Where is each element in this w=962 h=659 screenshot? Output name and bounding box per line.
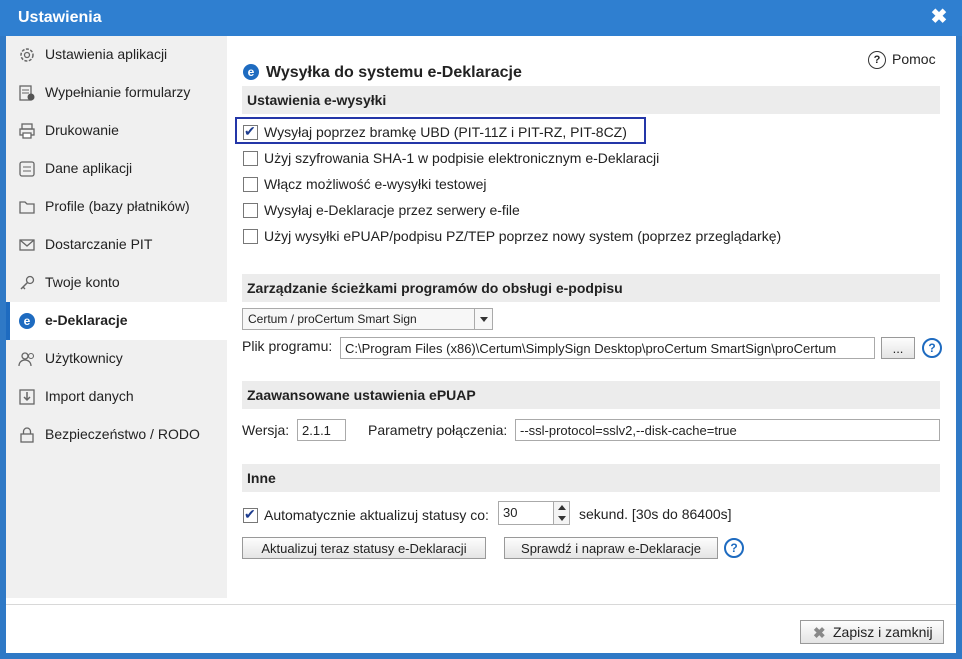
save-and-close-label: Zapisz i zamknij [833,624,933,640]
section-header-paths: Zarządzanie ścieżkami programów do obsłu… [242,274,940,302]
envelope-icon [19,239,35,251]
section-title: Ustawienia e-wysyłki [247,92,387,108]
section-title: Zarządzanie ścieżkami programów do obsłu… [247,280,623,296]
check-repair-button[interactable]: Sprawdź i napraw e-Deklaracje [504,537,718,559]
main-panel: e Wysyłka do systemu e-Deklaracje ? Pomoc… [235,36,942,598]
section-header-other: Inne [242,464,940,492]
settings-window: Ustawienia ✖ Ustawienia aplikacji Wypełn… [0,0,962,659]
sidebar-item-label: Import danych [45,388,134,404]
help-icon[interactable]: ? [724,538,744,558]
stepper-down-icon[interactable] [558,516,566,521]
signer-select-value: Certum / proCertum Smart Sign [248,312,417,326]
params-input[interactable]: --ssl-protocol=sslv2,--disk-cache=true [515,419,940,441]
active-indicator [6,302,10,340]
version-label: Wersja: [242,422,290,438]
footer: ✖ Zapisz i zamknij [6,605,956,653]
key-icon [20,275,35,290]
sidebar-item-security[interactable]: Bezpieczeństwo / RODO [6,416,227,454]
sidebar-item-printing[interactable]: Drukowanie [6,112,227,150]
version-value: 2.1.1 [302,423,331,438]
sidebar-item-e-declarations[interactable]: e e-Deklaracje [6,302,227,340]
checkbox-sha1[interactable] [243,151,258,166]
params-value: --ssl-protocol=sslv2,--disk-cache=true [520,423,737,438]
close-icon[interactable]: ✖ [930,7,948,27]
checkbox-label: Wysyłaj poprzez bramkę UBD (PIT-11Z i PI… [264,124,627,140]
dialog-body: Ustawienia aplikacji Wypełnianie formula… [6,36,956,653]
program-file-input[interactable]: C:\Program Files (x86)\Certum\SimplySign… [340,337,875,359]
signer-select[interactable]: Certum / proCertum Smart Sign [242,308,493,330]
gear-icon [20,48,34,62]
help-icon: ? [868,51,886,70]
help-icon[interactable]: ? [922,338,942,358]
sidebar-item-app-data[interactable]: Dane aplikacji [6,150,227,188]
program-file-label: Plik programu: [242,338,333,354]
title-bar: Ustawienia ✖ [0,0,962,36]
svg-text:e: e [24,314,31,328]
window-title: Ustawienia [18,9,102,26]
checkbox-label: Wysyłaj e-Deklaracje przez serwery e-fil… [264,202,520,218]
checkbox-label: Użyj szyfrowania SHA-1 w podpisie elektr… [264,150,660,166]
sidebar-item-label: Użytkownicy [45,350,123,366]
sidebar-item-profiles[interactable]: Profile (bazy płatników) [6,188,227,226]
checkbox-test-sending[interactable] [243,177,258,192]
sidebar-item-label: Profile (bazy płatników) [45,198,190,214]
sidebar-item-data-import[interactable]: Import danych [6,378,227,416]
lock-icon [20,427,34,443]
interval-unit-label: sekund. [30s do 86400s] [579,506,732,522]
section-title: Inne [247,470,276,486]
sidebar-item-form-filling[interactable]: Wypełnianie formularzy [6,74,227,112]
sidebar: Ustawienia aplikacji Wypełnianie formula… [6,36,227,598]
sidebar-item-label: Wypełnianie formularzy [45,84,191,100]
svg-text:e: e [248,65,255,79]
printer-icon [19,123,35,139]
stepper-up-icon[interactable] [558,505,566,510]
sidebar-item-app-settings[interactable]: Ustawienia aplikacji [6,36,227,74]
folder-icon [19,201,35,214]
interval-input[interactable]: 30 [498,501,554,525]
users-icon [18,352,35,367]
close-icon: ✖ [813,625,826,642]
sidebar-item-label: Twoje konto [45,274,120,290]
section-title: Zaawansowane ustawienia ePUAP [247,387,476,403]
interval-value: 30 [503,505,518,520]
data-icon [19,161,35,177]
checkbox-efile[interactable] [243,203,258,218]
sidebar-item-pit-delivery[interactable]: Dostarczanie PIT [6,226,227,264]
sidebar-item-users[interactable]: Użytkownicy [6,340,227,378]
checkbox-label: Automatycznie aktualizuj statusy co: [264,507,489,523]
checkbox-epuap-new[interactable] [243,229,258,244]
browse-button[interactable]: ... [881,337,915,359]
refresh-statuses-label: Aktualizuj teraz statusy e-Deklaracji [261,541,467,556]
e-declaration-icon: e [243,64,259,80]
form-fill-icon [19,85,35,101]
sidebar-item-label: Ustawienia aplikacji [45,46,168,62]
save-and-close-button[interactable]: ✖ Zapisz i zamknij [800,620,944,644]
section-header-sending: Ustawienia e-wysyłki [242,86,940,114]
checkbox-label: Włącz możliwość e-wysyłki testowej [264,176,487,192]
checkbox-label: Użyj wysyłki ePUAP/podpisu PZ/TEP poprze… [264,228,782,244]
e-declaration-icon: e [19,313,35,329]
sidebar-item-label: Drukowanie [45,122,119,138]
help-label: Pomoc [892,51,936,67]
checkbox-auto-update[interactable] [243,506,258,523]
sidebar-item-account[interactable]: Twoje konto [6,264,227,302]
import-icon [19,389,35,405]
refresh-statuses-button[interactable]: Aktualizuj teraz statusy e-Deklaracji [242,537,486,559]
sidebar-item-label: e-Deklaracje [45,312,128,328]
section-header-epuap: Zaawansowane ustawienia ePUAP [242,381,940,409]
check-repair-label: Sprawdź i napraw e-Deklaracje [521,541,701,556]
chevron-down-icon [474,309,492,329]
help-link[interactable]: ? Pomoc [868,51,936,70]
program-file-value: C:\Program Files (x86)\Certum\SimplySign… [345,341,837,356]
page-title-text: Wysyłka do systemu e-Deklaracje [266,64,522,81]
version-input[interactable]: 2.1.1 [297,419,346,441]
params-label: Parametry połączenia: [368,422,508,438]
browse-label: ... [892,341,904,356]
interval-stepper [553,501,570,525]
sidebar-item-label: Dostarczanie PIT [45,236,153,252]
checkbox-ubd[interactable] [243,123,258,140]
sidebar-item-label: Bezpieczeństwo / RODO [45,426,200,442]
sidebar-item-label: Dane aplikacji [45,160,133,176]
